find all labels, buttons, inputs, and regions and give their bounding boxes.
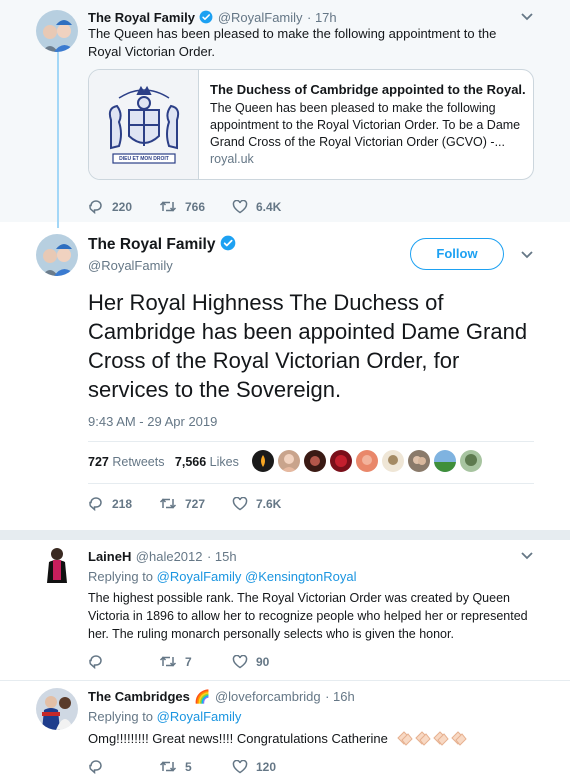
card-title: The Duchess of Cambridge appointed to th… — [210, 82, 526, 97]
tweet-text: The highest possible rank. The Royal Vic… — [88, 591, 528, 641]
card-image-motto: DIEU ET MON DROIT — [119, 156, 169, 162]
like-count: 90 — [256, 654, 270, 669]
author-handle[interactable]: @RoyalFamily — [218, 10, 303, 25]
link-card[interactable]: DIEU ET MON DROIT The Duchess of Cambrid… — [88, 69, 534, 180]
tweet-timestamp[interactable]: 9:43 AM - 29 Apr 2019 — [88, 414, 217, 429]
tweet-text: The Queen has been pleased to make the f… — [88, 26, 497, 59]
avatar[interactable] — [36, 234, 78, 276]
retweet-icon — [159, 498, 177, 509]
retweet-icon — [159, 761, 177, 772]
heart-icon — [232, 654, 248, 668]
replying-to-label: Replying to — [88, 569, 154, 584]
like-button[interactable]: 7.6K — [232, 496, 282, 511]
card-image: DIEU ET MON DROIT — [89, 70, 199, 179]
tweet-actions: 220 766 6.4K — [88, 199, 281, 214]
like-count: 120 — [256, 759, 277, 774]
rainbow-emoji-icon: 🌈 — [194, 689, 211, 704]
tweet-time[interactable]: · 17h — [307, 10, 337, 25]
mention-link[interactable]: @RoyalFamily — [157, 709, 242, 724]
tweet-actions: 218 727 7.6K — [88, 496, 281, 511]
reply-button[interactable]: 220 — [88, 199, 159, 214]
verified-badge-icon — [220, 235, 236, 251]
avatar[interactable] — [356, 450, 378, 472]
reply-button[interactable]: 218 — [88, 496, 159, 511]
reply-count: 220 — [112, 199, 133, 214]
author-handle[interactable]: @hale2012 — [136, 549, 203, 564]
mention-link[interactable]: @KensingtonRoyal — [245, 569, 356, 584]
thread-line — [57, 50, 59, 228]
like-count: 7.6K — [256, 496, 282, 511]
like-stat-label: Likes — [209, 455, 239, 469]
retweet-count: 766 — [185, 199, 206, 214]
mention-link[interactable]: @RoyalFamily — [157, 569, 242, 584]
chevron-down-icon[interactable] — [520, 250, 534, 260]
retweet-count: 727 — [185, 496, 206, 511]
like-button[interactable]: 6.4K — [232, 199, 282, 214]
author-name[interactable]: The Cambridges — [88, 689, 190, 704]
verified-badge-icon — [199, 10, 213, 24]
avatar[interactable] — [460, 450, 482, 472]
card-domain: royal.uk — [210, 152, 254, 166]
heart-icon — [232, 759, 248, 773]
divider — [88, 483, 534, 484]
tweet-text: Her Royal Highness The Duchess of Cambri… — [88, 290, 528, 402]
tweet-text: Omg!!!!!!!!! Great news!!!! Congratulati… — [88, 731, 388, 746]
avatar[interactable] — [382, 450, 404, 472]
retweet-stat-label: Retweets — [112, 455, 165, 469]
author-name[interactable]: The Royal Family — [88, 236, 215, 253]
like-stat-count: 7,566 — [174, 455, 207, 469]
chevron-down-icon[interactable] — [520, 12, 534, 22]
avatar[interactable] — [36, 688, 78, 730]
avatar[interactable] — [278, 450, 300, 472]
retweet-button[interactable]: 766 — [159, 200, 232, 214]
retweet-button[interactable]: 727 — [159, 497, 232, 511]
author-name[interactable]: The Royal Family — [88, 10, 195, 25]
tweet-actions: 7 90 — [88, 654, 269, 669]
reply-icon — [89, 200, 102, 214]
retweet-icon — [159, 201, 177, 212]
avatar[interactable] — [36, 10, 78, 52]
avatar[interactable] — [408, 450, 430, 472]
avatar[interactable] — [304, 450, 326, 472]
retweet-icon — [159, 656, 177, 667]
avatar[interactable] — [434, 450, 456, 472]
avatar[interactable] — [40, 545, 74, 585]
tweet-actions: 5 120 — [88, 759, 276, 774]
retweet-button[interactable]: 7 — [159, 655, 232, 669]
retweet-count: 5 — [185, 759, 192, 774]
divider — [0, 530, 570, 540]
retweet-button[interactable]: 5 — [159, 760, 232, 774]
divider — [88, 441, 534, 442]
reply-button[interactable] — [88, 759, 159, 774]
follow-button[interactable]: Follow — [410, 238, 504, 270]
retweet-stat[interactable]: 727 Retweets — [88, 455, 168, 469]
divider — [0, 680, 570, 681]
heart-icon — [232, 496, 248, 510]
reply-icon — [89, 760, 102, 774]
author-name[interactable]: LaineH — [88, 549, 131, 564]
avatar[interactable] — [252, 450, 274, 472]
reply-button[interactable] — [88, 654, 159, 669]
heart-icon — [232, 199, 248, 213]
card-description: The Queen has been pleased to make the f… — [210, 101, 521, 149]
tweet-time[interactable]: · 15h — [207, 549, 237, 564]
like-stat[interactable]: 7,566 Likes — [175, 455, 239, 469]
royal-coat-of-arms-icon — [108, 85, 180, 164]
chevron-down-icon[interactable] — [520, 551, 534, 561]
retweet-stat-count: 727 — [88, 455, 109, 469]
like-button[interactable]: 120 — [232, 759, 277, 774]
like-count: 6.4K — [256, 199, 282, 214]
author-handle[interactable]: @loveforcambridg — [215, 689, 321, 704]
retweet-count: 7 — [185, 654, 192, 669]
reply-count: 218 — [112, 496, 133, 511]
reply-icon — [89, 497, 102, 511]
reply-icon — [89, 655, 102, 669]
clapping-hands-emoji-icon — [396, 730, 484, 751]
tweet-time[interactable]: · 16h — [325, 689, 355, 704]
author-handle[interactable]: @RoyalFamily — [88, 258, 173, 273]
like-button[interactable]: 90 — [232, 654, 270, 669]
avatar[interactable] — [330, 450, 352, 472]
liker-avatars — [252, 450, 482, 472]
replying-to-label: Replying to — [88, 709, 154, 724]
